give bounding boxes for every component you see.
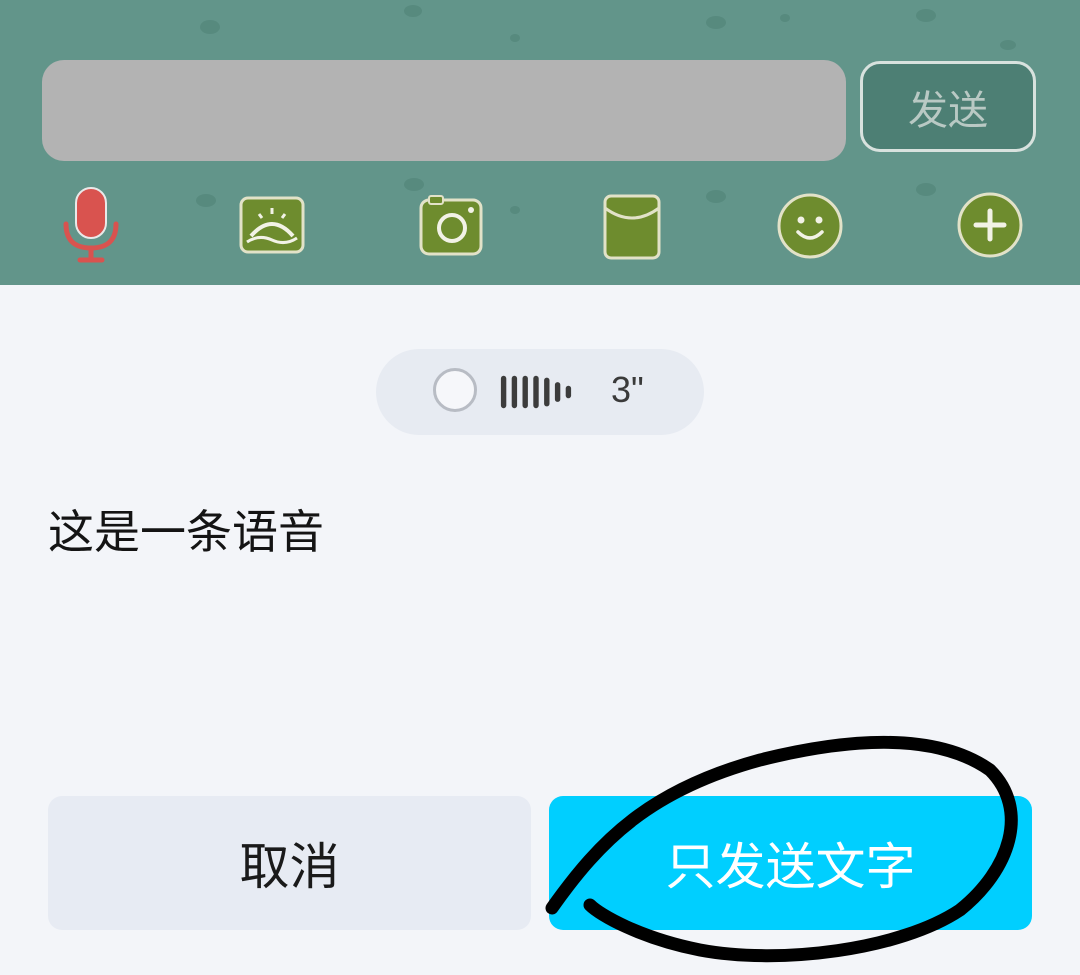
waveform-icon (500, 375, 572, 409)
message-input[interactable] (42, 60, 846, 161)
voice-message-bubble[interactable]: 3" (376, 349, 704, 435)
voice-duration: 3" (611, 369, 644, 410)
red-envelope-icon[interactable] (597, 192, 667, 262)
send-text-only-button[interactable]: 只发送文字 (549, 796, 1032, 930)
play-icon[interactable] (433, 368, 477, 412)
cancel-button[interactable]: 取消 (48, 796, 531, 930)
emoji-icon[interactable] (775, 190, 845, 262)
plus-icon[interactable] (955, 192, 1025, 258)
image-icon[interactable] (237, 192, 307, 258)
chat-input-bar: 发送 (0, 0, 1080, 285)
camera-icon[interactable] (416, 192, 486, 258)
microphone-icon[interactable] (56, 186, 126, 266)
send-button[interactable]: 发送 (860, 61, 1036, 152)
transcript-text: 这是一条语音 (48, 505, 324, 559)
